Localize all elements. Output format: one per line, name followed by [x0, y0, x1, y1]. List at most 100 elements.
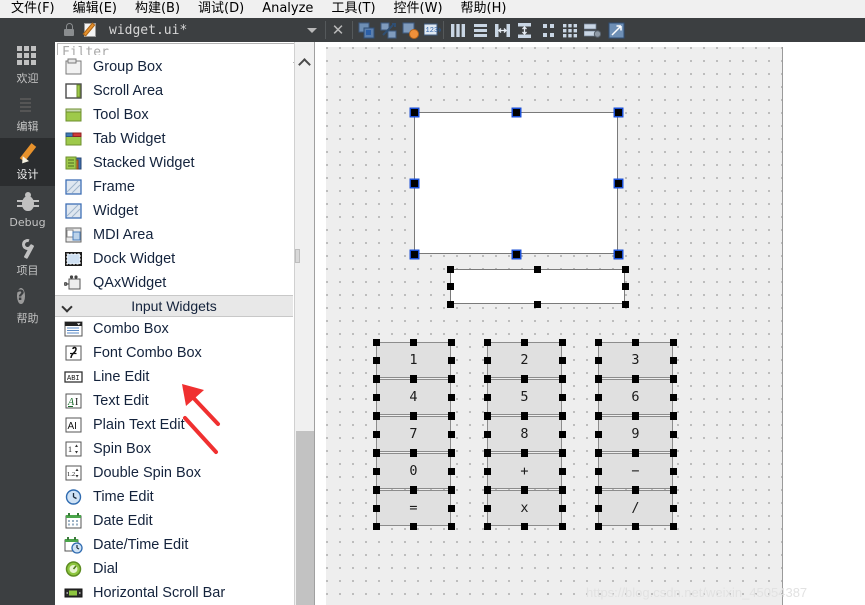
calc-button-resize-handle[interactable]	[483, 430, 491, 438]
widget-list[interactable]: Group Box Scroll Area Tool Box Tab Widget St…	[55, 55, 293, 605]
widget-list-item[interactable]: Dial	[55, 557, 293, 581]
calc-button-resize-handle[interactable]	[372, 375, 380, 383]
calc-button-resize-handle[interactable]	[669, 356, 677, 364]
calc-button-resize-handle[interactable]	[632, 375, 639, 383]
calc-button-resize-handle[interactable]	[558, 375, 566, 383]
calc-button-resize-handle[interactable]	[483, 486, 491, 494]
calc-button-resize-handle[interactable]	[558, 430, 566, 438]
calc-button-resize-handle[interactable]	[521, 486, 528, 494]
widget-list-item[interactable]: 1 Spin Box	[55, 437, 293, 461]
calc-button[interactable]: 8	[487, 416, 562, 452]
calc-button-resize-handle[interactable]	[372, 522, 380, 530]
calc-button-resize-handle[interactable]	[410, 338, 417, 346]
calc-button-resize-handle[interactable]	[558, 393, 566, 401]
calc-button[interactable]: 3	[598, 342, 673, 378]
widget-list-item[interactable]: ABI Line Edit	[55, 365, 293, 389]
calc-button-resize-handle[interactable]	[483, 356, 491, 364]
calc-button-resize-handle[interactable]	[632, 449, 639, 457]
calc-button-resize-handle[interactable]	[372, 338, 380, 346]
calc-button-resize-handle[interactable]	[521, 375, 528, 383]
calc-button-resize-handle[interactable]	[483, 375, 491, 383]
calc-button-resize-handle[interactable]	[447, 522, 455, 530]
calc-button[interactable]: −	[598, 453, 673, 489]
calc-button-resize-handle[interactable]	[410, 486, 417, 494]
widget-list-item[interactable]: QAxWidget	[55, 271, 293, 295]
display-area-resize-handle[interactable]	[614, 179, 622, 187]
form-editor-canvas[interactable]: 1 2 3 4 5 6 7 8 9 0 + − = x / https://blog.csdn.net/we…	[315, 42, 865, 605]
calc-button-resize-handle[interactable]	[483, 522, 491, 530]
calc-button-resize-handle[interactable]	[521, 449, 528, 457]
scrollbar-thumb[interactable]	[296, 431, 315, 605]
widget-list-item[interactable]: Font Combo Box	[55, 341, 293, 365]
calc-button-resize-handle[interactable]	[594, 449, 602, 457]
calc-button-resize-handle[interactable]	[632, 486, 639, 494]
mode-item-debug-bug[interactable]: Debug	[0, 186, 55, 234]
calc-button-resize-handle[interactable]	[447, 338, 455, 346]
widget-list-item[interactable]: Widget	[55, 199, 293, 223]
calc-button-resize-handle[interactable]	[594, 504, 602, 512]
edit-buddies-icon[interactable]: 123	[423, 22, 442, 39]
calc-button-resize-handle[interactable]	[594, 430, 602, 438]
input-line-edit-resize-handle[interactable]	[621, 265, 629, 273]
widget-list-item[interactable]: Tab Widget	[55, 127, 293, 151]
calc-button[interactable]: 7	[376, 416, 451, 452]
calc-button-resize-handle[interactable]	[447, 486, 455, 494]
calc-button-resize-handle[interactable]	[632, 522, 639, 530]
input-line-edit-resize-handle[interactable]	[621, 283, 629, 290]
calc-button-resize-handle[interactable]	[558, 486, 566, 494]
menu-item-1[interactable]: 编辑(E)	[64, 0, 126, 18]
calc-button-resize-handle[interactable]	[410, 522, 417, 530]
calc-button-resize-handle[interactable]	[483, 338, 491, 346]
widget-list-item[interactable]: AI Plain Text Edit	[55, 413, 293, 437]
calc-button-resize-handle[interactable]	[594, 467, 602, 475]
widget-list-item[interactable]: MDI Area	[55, 223, 293, 247]
calc-button-resize-handle[interactable]	[558, 467, 566, 475]
display-area-resize-handle[interactable]	[410, 108, 418, 116]
break-layout-icon[interactable]	[380, 22, 397, 39]
menu-item-6[interactable]: 控件(W)	[385, 0, 452, 18]
input-line-edit-resize-handle[interactable]	[621, 300, 629, 308]
calc-button-resize-handle[interactable]	[594, 393, 602, 401]
widget-list-item[interactable]: Combo Box	[55, 317, 293, 341]
calc-button-resize-handle[interactable]	[669, 449, 677, 457]
layout-splitter-vertical-icon[interactable]	[516, 22, 533, 39]
calc-button-resize-handle[interactable]	[483, 504, 491, 512]
input-line-edit-resize-handle[interactable]	[446, 265, 454, 273]
calc-button-resize-handle[interactable]	[632, 338, 639, 346]
calc-button-resize-handle[interactable]	[669, 522, 677, 530]
mode-item-welcome-grid[interactable]: 欢迎	[0, 42, 55, 90]
input-line-edit[interactable]	[450, 269, 625, 304]
adjust-size-icon[interactable]	[358, 22, 375, 39]
calc-button-resize-handle[interactable]	[558, 504, 566, 512]
calc-button-resize-handle[interactable]	[521, 338, 528, 346]
calc-button-resize-handle[interactable]	[669, 430, 677, 438]
layout-preview-icon[interactable]	[402, 22, 419, 39]
calc-button-resize-handle[interactable]	[447, 467, 455, 475]
calc-button-resize-handle[interactable]	[372, 430, 380, 438]
calc-button-resize-handle[interactable]	[594, 412, 602, 420]
calc-button-resize-handle[interactable]	[669, 375, 677, 383]
chevron-down-icon[interactable]	[307, 27, 317, 33]
menu-item-5[interactable]: 工具(T)	[322, 0, 384, 18]
calc-button-resize-handle[interactable]	[447, 393, 455, 401]
calc-button-resize-handle[interactable]	[372, 393, 380, 401]
layout-stack-icon[interactable]	[583, 22, 602, 39]
calc-button-resize-handle[interactable]	[483, 393, 491, 401]
calc-button[interactable]: 0	[376, 453, 451, 489]
menu-item-3[interactable]: 调试(D)	[189, 0, 253, 18]
input-line-edit-resize-handle[interactable]	[446, 300, 454, 308]
calc-button-resize-handle[interactable]	[447, 430, 455, 438]
chevron-down-icon[interactable]	[61, 301, 73, 313]
mode-item-projects-wrench[interactable]: 项目	[0, 234, 55, 282]
calc-button-resize-handle[interactable]	[372, 467, 380, 475]
menu-item-7[interactable]: 帮助(H)	[452, 0, 516, 18]
layout-grid-icon[interactable]	[562, 22, 579, 39]
calc-button-resize-handle[interactable]	[483, 412, 491, 420]
calc-button-resize-handle[interactable]	[558, 522, 566, 530]
layout-vertical-icon[interactable]	[450, 22, 467, 39]
calc-button-resize-handle[interactable]	[521, 522, 528, 530]
widget-box-scrollbar[interactable]	[294, 42, 315, 605]
calc-button-resize-handle[interactable]	[410, 375, 417, 383]
calc-button-resize-handle[interactable]	[594, 522, 602, 530]
calc-button[interactable]: x	[487, 490, 562, 526]
